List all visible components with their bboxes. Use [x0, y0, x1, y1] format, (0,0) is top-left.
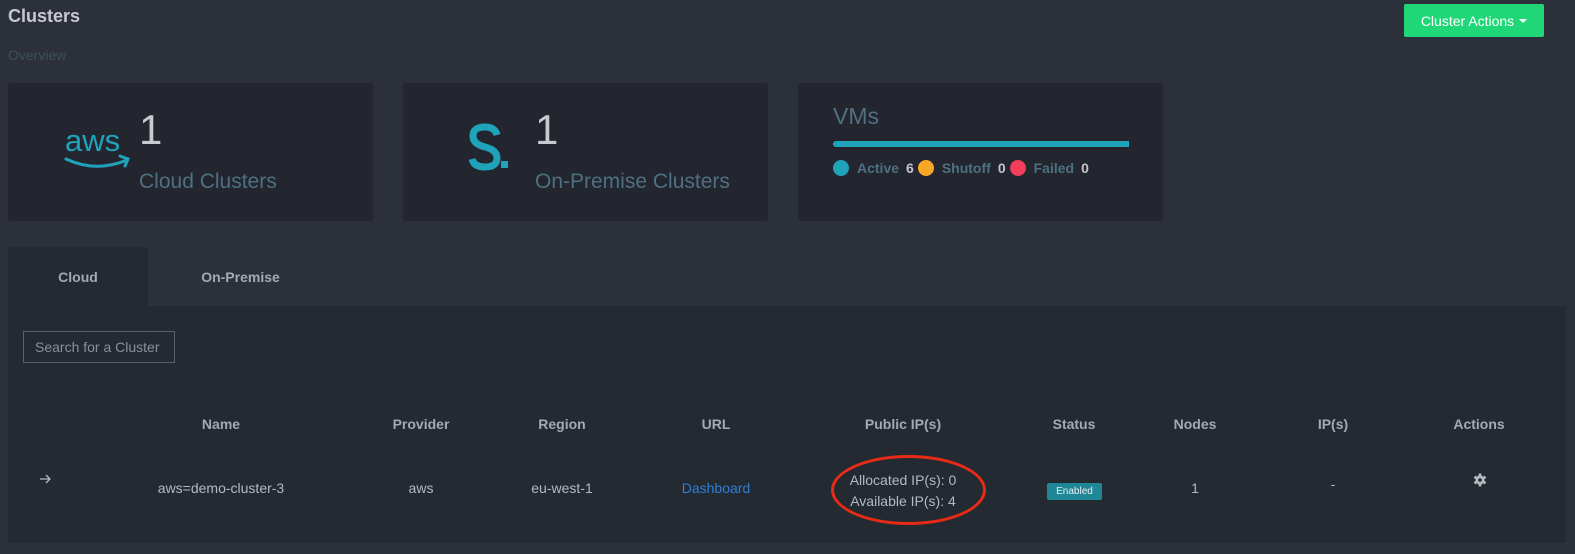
vms-title: VMs [833, 103, 879, 129]
onprem-clusters-label: On-Premise Clusters [535, 170, 730, 193]
legend-shutoff-value: 0 [997, 160, 1006, 176]
page-title: Clusters [8, 6, 81, 26]
column-header-public-ips: Public IP(s) [864, 416, 942, 432]
cluster-actions-label: Cluster Actions [1420, 12, 1515, 29]
expand-row-arrow-icon[interactable] [38, 472, 52, 486]
tab-on-premise[interactable]: On-Premise [148, 247, 333, 306]
onprem-clusters-count: 1 [535, 106, 559, 153]
cell-nodes: 1 [1191, 480, 1199, 496]
cluster-search-input[interactable] [23, 331, 175, 363]
dashboard-link[interactable]: Dashboard [682, 480, 751, 496]
status-badge: Enabled [1047, 483, 1102, 500]
column-header-nodes: Nodes [1173, 416, 1217, 432]
vms-progress-bar [833, 141, 1129, 147]
shutoff-dot-icon [917, 160, 934, 176]
column-header-status: Status [1052, 416, 1096, 432]
cloud-clusters-label: Cloud Clusters [139, 170, 277, 193]
legend-failed-value: 0 [1081, 160, 1089, 176]
failed-dot-icon [1009, 160, 1026, 176]
vms-card: VMs Active 6 Shutoff 0 Failed 0 [798, 83, 1163, 221]
onprem-clusters-card: 1 On-Premise Clusters [403, 83, 768, 221]
page-subtitle: Overview [8, 47, 67, 63]
legend-active-label: Active [857, 160, 900, 176]
column-header-url: URL [701, 416, 731, 432]
s-logo-icon [468, 123, 508, 171]
tab-cloud[interactable]: Cloud [8, 247, 148, 306]
column-header-ips: IP(s) [1317, 416, 1349, 432]
cloud-clusters-card: aws 1 Cloud Clusters [8, 83, 373, 221]
legend-shutoff-label: Shutoff [941, 160, 991, 176]
active-dot-icon [833, 160, 849, 176]
caret-down-icon [1519, 18, 1528, 23]
legend-failed-label: Failed [1033, 160, 1075, 176]
aws-logo-icon: aws [64, 123, 130, 168]
vms-legend: Active 6 Shutoff 0 Failed 0 [833, 160, 1093, 176]
svg-text:aws: aws [65, 123, 120, 158]
legend-active-value: 6 [906, 160, 914, 176]
column-header-region: Region [538, 416, 586, 432]
clusters-table-panel: Name Provider Region URL Public IP(s) St… [8, 306, 1566, 543]
column-header-provider: Provider [392, 416, 450, 432]
cloud-clusters-count: 1 [139, 106, 163, 153]
cell-region: eu-west-1 [531, 480, 593, 496]
cell-provider: aws [408, 480, 434, 496]
cell-name: aws=demo-cluster-3 [157, 480, 285, 496]
cell-ips: - [1330, 476, 1336, 492]
annotation-ellipse [831, 455, 986, 525]
column-header-name: Name [201, 416, 241, 432]
column-header-actions: Actions [1453, 416, 1505, 432]
cluster-actions-button[interactable]: Cluster Actions [1404, 4, 1544, 37]
gear-icon[interactable] [1473, 473, 1487, 487]
